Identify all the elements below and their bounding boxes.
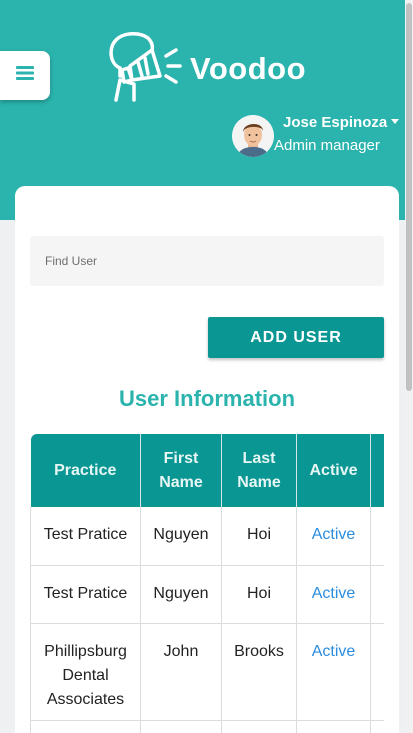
cell-last-name: Brooks <box>221 623 297 721</box>
logo-text: Voodoo <box>190 50 307 86</box>
cell-last-name <box>221 720 297 733</box>
column-header-first-name[interactable]: First Name <box>140 434 222 507</box>
table-row: Phillipsburg Dental Associates John Broo… <box>30 623 384 721</box>
section-title: User Information <box>118 386 296 411</box>
add-user-button[interactable]: ADD USER <box>208 317 384 358</box>
cell-actions <box>370 623 384 721</box>
user-role: Admin manager <box>274 137 380 154</box>
cell-actions <box>370 507 384 566</box>
find-user-input[interactable] <box>30 236 384 286</box>
menu-button[interactable] <box>0 51 50 100</box>
cell-practice: Test Pratice <box>30 507 141 566</box>
cell-active: Active <box>296 623 371 721</box>
table-row: Test Pratice Nguyen Hoi Active <box>30 507 384 566</box>
cell-first-name: John <box>140 623 222 721</box>
table-row: Test Pratice Nguyen Hoi Active <box>30 565 384 624</box>
user-table: Practice First Name Last Name Active Tes… <box>30 434 384 733</box>
user-name: Jose Espinoza <box>283 114 388 131</box>
column-header-actions <box>370 434 384 507</box>
cell-last-name: Hoi <box>221 507 297 566</box>
cell-practice: Phillipsburg Dental Associates <box>30 623 141 721</box>
page-scrollbar-thumb[interactable] <box>406 3 412 391</box>
cell-active: Active <box>296 565 371 624</box>
chevron-down-icon[interactable] <box>391 119 399 124</box>
cell-first-name <box>140 720 222 733</box>
cell-practice: Test Pratice <box>30 565 141 624</box>
hamburger-icon <box>16 66 34 85</box>
cell-actions <box>370 565 384 624</box>
app-logo[interactable]: Voodoo <box>106 30 306 107</box>
active-status-link[interactable]: Active <box>312 585 356 602</box>
cell-first-name: Nguyen <box>140 565 222 624</box>
column-header-practice[interactable]: Practice <box>30 434 141 507</box>
avatar-icon <box>232 115 274 157</box>
active-status-link[interactable]: Active <box>312 526 356 543</box>
table-row <box>30 720 384 733</box>
column-header-active[interactable]: Active <box>296 434 371 507</box>
cell-active <box>296 720 371 733</box>
user-menu[interactable]: Jose Espinoza Admin manager <box>232 112 404 162</box>
cell-practice <box>30 720 141 733</box>
cell-actions <box>370 720 384 733</box>
table-header-row: Practice First Name Last Name Active <box>30 434 384 507</box>
megaphone-logo-icon <box>106 30 184 107</box>
cell-first-name: Nguyen <box>140 507 222 566</box>
cell-active: Active <box>296 507 371 566</box>
column-header-last-name[interactable]: Last Name <box>221 434 297 507</box>
cell-last-name: Hoi <box>221 565 297 624</box>
active-status-link[interactable]: Active <box>312 643 356 660</box>
